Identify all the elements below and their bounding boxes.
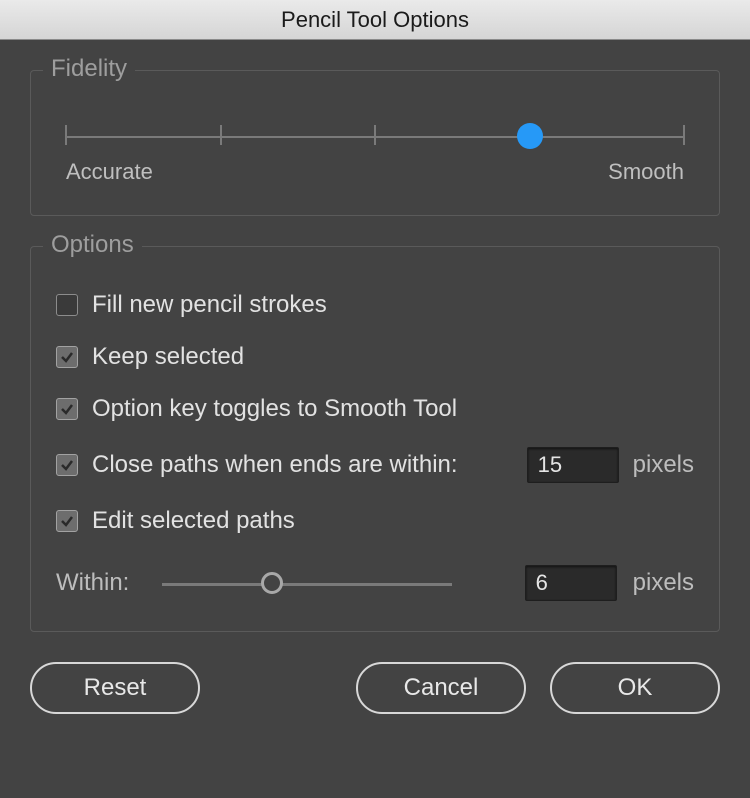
fidelity-tick <box>65 125 67 145</box>
fidelity-min-label: Accurate <box>66 159 153 185</box>
fidelity-tick <box>220 125 222 145</box>
within-slider[interactable] <box>162 571 452 595</box>
close-paths-input[interactable] <box>527 447 619 483</box>
option-key-label: Option key toggles to Smooth Tool <box>92 395 457 423</box>
option-key-row: Option key toggles to Smooth Tool <box>56 395 694 423</box>
checkmark-icon <box>60 402 74 416</box>
close-paths-unit: pixels <box>633 451 694 479</box>
fill-new-label: Fill new pencil strokes <box>92 291 327 319</box>
edit-selected-row: Edit selected paths <box>56 507 694 535</box>
within-unit: pixels <box>633 569 694 597</box>
fill-new-row: Fill new pencil strokes <box>56 291 694 319</box>
dialog-body: Fidelity Accurate Smooth Options Fill ne… <box>0 40 750 744</box>
fidelity-slider-thumb[interactable] <box>517 123 543 149</box>
keep-selected-label: Keep selected <box>92 343 244 371</box>
close-paths-label: Close paths when ends are within: <box>92 451 458 479</box>
keep-selected-checkbox[interactable] <box>56 346 78 368</box>
edit-selected-checkbox[interactable] <box>56 510 78 532</box>
options-group: Options Fill new pencil strokes Keep sel… <box>30 246 720 632</box>
fidelity-group: Fidelity Accurate Smooth <box>30 70 720 216</box>
fidelity-max-label: Smooth <box>608 159 684 185</box>
checkmark-icon <box>60 350 74 364</box>
within-input[interactable] <box>525 565 617 601</box>
window-title: Pencil Tool Options <box>281 7 469 33</box>
within-row: Within: pixels <box>56 565 694 601</box>
checkmark-icon <box>60 514 74 528</box>
checkmark-icon <box>60 458 74 472</box>
fidelity-labels: Accurate Smooth <box>66 159 684 185</box>
fidelity-tick <box>374 125 376 145</box>
fidelity-legend: Fidelity <box>43 55 135 83</box>
within-track-line <box>162 583 452 586</box>
dialog-footer: Reset Cancel OK <box>30 662 720 714</box>
fill-new-checkbox[interactable] <box>56 294 78 316</box>
within-slider-thumb[interactable] <box>261 572 283 594</box>
ok-button[interactable]: OK <box>550 662 720 714</box>
fidelity-tick <box>683 125 685 145</box>
edit-selected-label: Edit selected paths <box>92 507 295 535</box>
options-legend: Options <box>43 231 142 259</box>
reset-button[interactable]: Reset <box>30 662 200 714</box>
fidelity-slider[interactable] <box>66 121 684 151</box>
keep-selected-row: Keep selected <box>56 343 694 371</box>
close-paths-row: Close paths when ends are within: pixels <box>56 447 694 483</box>
close-paths-checkbox[interactable] <box>56 454 78 476</box>
option-key-checkbox[interactable] <box>56 398 78 420</box>
cancel-button[interactable]: Cancel <box>356 662 526 714</box>
window-titlebar: Pencil Tool Options <box>0 0 750 40</box>
within-label: Within: <box>56 569 146 597</box>
